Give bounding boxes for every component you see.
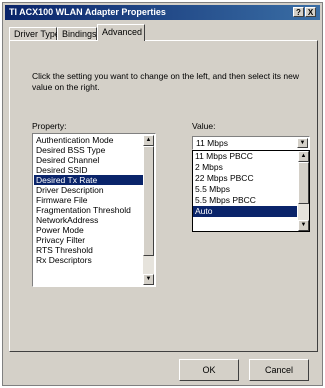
advanced-panel: Click the setting you want to change on …	[9, 40, 318, 352]
value-scrollbar[interactable]: ▲ ▼	[298, 151, 309, 231]
value-label: Value:	[192, 121, 216, 131]
value-option[interactable]: 5.5 Mbps PBCC	[193, 195, 297, 206]
window-title: TI ACX100 WLAN Adapter Properties	[9, 7, 166, 17]
value-options: 11 Mbps PBCC 2 Mbps 22 Mbps PBCC 5.5 Mbps 5.…	[193, 151, 297, 217]
property-list: Authentication Mode Desired BSS Type Desir…	[34, 135, 143, 265]
tab-bindings[interactable]: Bindings	[57, 27, 97, 40]
property-item[interactable]: Driver Description	[34, 185, 143, 195]
scroll-thumb[interactable]	[298, 162, 309, 204]
scroll-down-icon[interactable]: ▼	[298, 220, 309, 231]
help-icon[interactable]: ?	[293, 7, 304, 17]
value-option[interactable]: 11 Mbps PBCC	[193, 151, 297, 162]
property-label: Property:	[32, 121, 67, 131]
property-item[interactable]: Fragmentation Threshold	[34, 205, 143, 215]
properties-dialog: TI ACX100 WLAN Adapter Properties ? X Dr…	[2, 2, 323, 386]
property-scrollbar[interactable]: ▲ ▼	[143, 135, 154, 285]
property-item[interactable]: Power Mode	[34, 225, 143, 235]
value-option[interactable]: 22 Mbps PBCC	[193, 173, 297, 184]
tab-label: Bindings	[62, 29, 97, 39]
tab-driver-type[interactable]: Driver Type	[9, 27, 60, 40]
property-item[interactable]: RTS Threshold	[34, 245, 143, 255]
property-item[interactable]: Firmware File	[34, 195, 143, 205]
scroll-up-icon[interactable]: ▲	[298, 151, 309, 162]
property-item[interactable]: Privacy Filter	[34, 235, 143, 245]
value-current: 11 Mbps	[196, 138, 228, 148]
value-option[interactable]: 5.5 Mbps	[193, 184, 297, 195]
chevron-down-icon[interactable]: ▼	[297, 138, 308, 148]
scroll-up-icon[interactable]: ▲	[143, 135, 154, 146]
close-icon[interactable]: X	[305, 7, 316, 17]
scroll-thumb[interactable]	[143, 146, 154, 256]
value-option[interactable]: 2 Mbps	[193, 162, 297, 173]
value-dropdown-list[interactable]: 11 Mbps PBCC 2 Mbps 22 Mbps PBCC 5.5 Mbps 5.…	[192, 150, 310, 232]
tab-label: Driver Type	[14, 29, 60, 39]
property-item[interactable]: NetworkAddress	[34, 215, 143, 225]
scroll-down-icon[interactable]: ▼	[143, 274, 154, 285]
ok-button[interactable]: OK	[179, 359, 239, 381]
property-listbox[interactable]: Authentication Mode Desired BSS Type Desir…	[32, 133, 156, 287]
title-bar[interactable]: TI ACX100 WLAN Adapter Properties ? X	[5, 5, 320, 20]
value-combobox[interactable]: 11 Mbps ▼	[192, 136, 310, 150]
property-item[interactable]: Authentication Mode	[34, 135, 143, 145]
property-item[interactable]: Rx Descriptors	[34, 255, 143, 265]
tab-advanced[interactable]: Advanced	[97, 24, 145, 41]
property-item[interactable]: Desired SSID	[34, 165, 143, 175]
property-item[interactable]: Desired BSS Type	[34, 145, 143, 155]
tab-label: Advanced	[102, 27, 143, 37]
instructions-text: Click the setting you want to change on …	[32, 71, 299, 92]
value-option[interactable]: Auto	[193, 206, 297, 217]
cancel-button[interactable]: Cancel	[249, 359, 309, 381]
property-item[interactable]: Desired Tx Rate	[34, 175, 143, 185]
property-item[interactable]: Desired Channel	[34, 155, 143, 165]
